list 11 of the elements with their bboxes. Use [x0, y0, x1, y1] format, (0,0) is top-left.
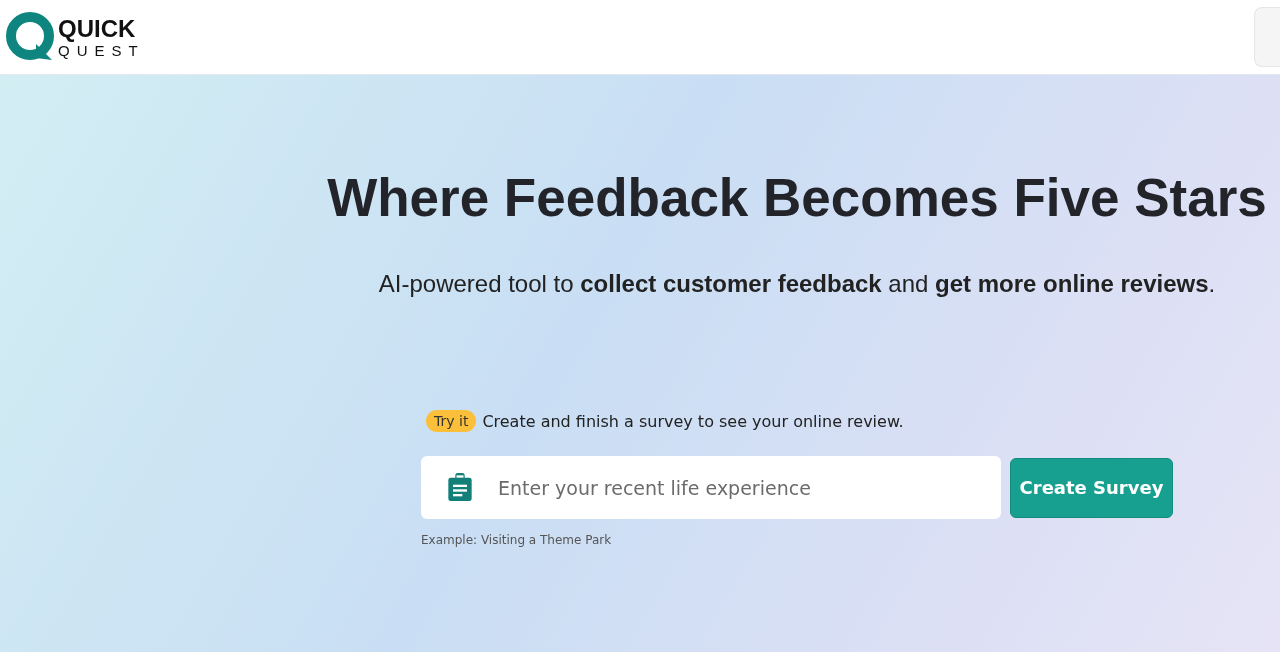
- logo-icon: [6, 12, 56, 62]
- hero-title: Where Feedback Becomes Five Stars: [327, 167, 1267, 228]
- logo-text: QUICK: [58, 16, 137, 41]
- hero-subtitle: AI-powered tool to collect customer feedback and get more online reviews.: [378, 270, 1216, 298]
- logo-text: QUEST: [58, 42, 145, 58]
- try-it-text: Create and finish a survey to see your online review.: [482, 411, 904, 431]
- header-button[interactable]: [1254, 7, 1280, 67]
- create-survey-button[interactable]: Create Survey: [1010, 457, 1173, 518]
- experience-input-field[interactable]: Enter your recent life experience: [421, 456, 1001, 519]
- example-hint: Example: Visiting a Theme Park: [421, 533, 613, 547]
- try-it-badge: Try it: [426, 410, 477, 432]
